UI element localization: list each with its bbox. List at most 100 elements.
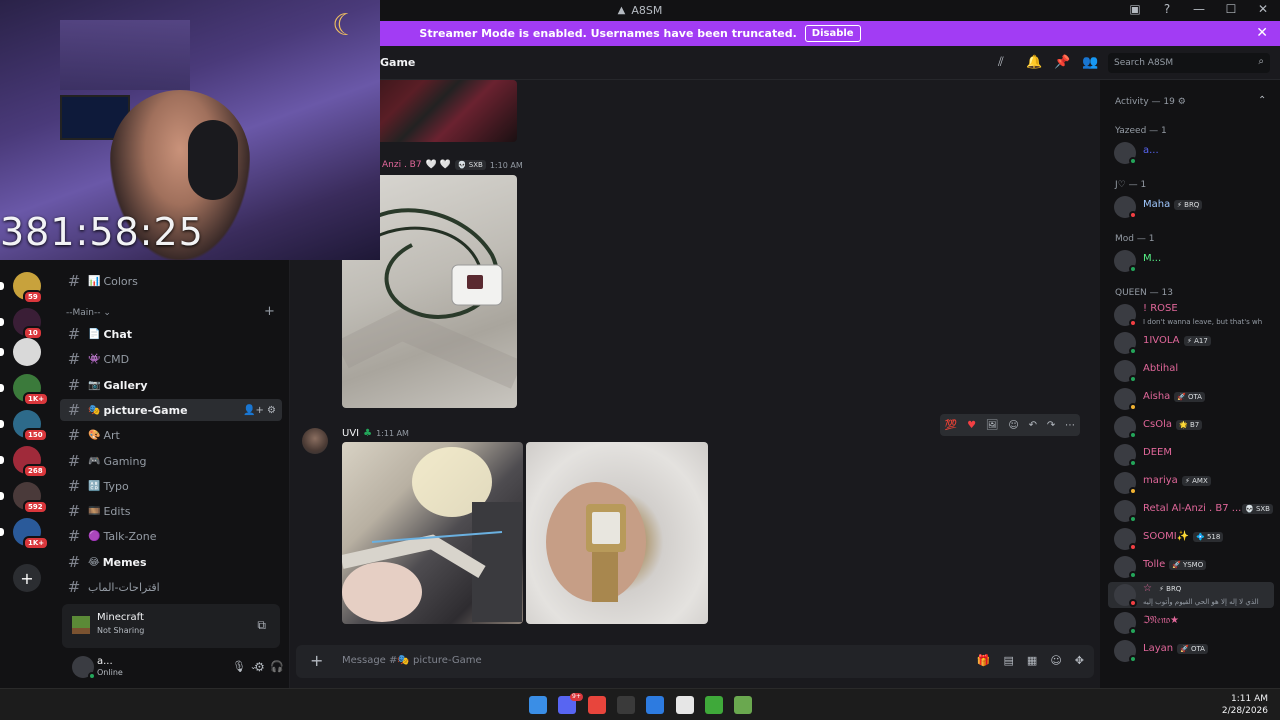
inbox-icon[interactable]: ▣ xyxy=(1128,2,1142,16)
forward-button[interactable]: ↷ xyxy=(1047,420,1055,431)
add-reaction-button[interactable]: ☺ xyxy=(1008,420,1018,431)
member-item[interactable]: 1IVOLA ⚡ A17 xyxy=(1108,330,1274,356)
clover-icon: ♣ xyxy=(363,428,373,439)
close-button[interactable]: ✕ xyxy=(1256,2,1270,16)
chevron-up-icon[interactable]: ⌃ xyxy=(1258,95,1266,106)
server-icon[interactable] xyxy=(13,338,41,366)
disable-button[interactable]: Disable xyxy=(804,25,861,42)
reaction-100-button[interactable]: 💯 xyxy=(945,420,957,431)
channel-label: CMD xyxy=(103,352,130,366)
presence-dot xyxy=(1129,319,1137,327)
channel-item[interactable]: # 👾 CMD xyxy=(60,348,282,370)
stream-timer: 381:58:25 xyxy=(0,210,204,254)
member-item[interactable]: ℑ𝔑𝔢𝔫𝔬★ xyxy=(1108,610,1274,636)
close-icon[interactable]: ✕ xyxy=(1256,25,1268,41)
pin-icon[interactable]: 📌 xyxy=(1054,55,1070,70)
member-item[interactable]: Maha ⚡ BRQ xyxy=(1108,194,1274,220)
add-channel-icon[interactable]: + xyxy=(264,304,275,319)
maximize-button[interactable]: ☐ xyxy=(1224,2,1238,16)
member-group-label: Yazeed — 1 xyxy=(1115,126,1167,136)
member-item[interactable]: Retal Al-Anzi . B7 ... 💀 SXB xyxy=(1108,498,1274,524)
bell-icon[interactable]: 🔔 xyxy=(1026,55,1042,70)
image-attachment[interactable] xyxy=(342,442,523,624)
sticker-icon[interactable]: ▦ xyxy=(1027,654,1037,667)
channel-item[interactable]: # 📷 Gallery xyxy=(60,374,282,396)
more-button[interactable]: ⋯ xyxy=(1065,420,1075,431)
reaction-sticker-button[interactable]: 🖼 xyxy=(986,420,999,431)
channel-item[interactable]: # 🔠 Typo xyxy=(60,475,282,497)
member-item[interactable]: Aisha 🚀 OTA xyxy=(1108,386,1274,412)
reply-button[interactable]: ↶ xyxy=(1029,420,1037,431)
channel-item[interactable]: # 🎭 picture-Game 👤+ ⚙ xyxy=(60,399,282,421)
add-server-button[interactable]: + xyxy=(13,564,41,592)
unread-indicator xyxy=(0,384,4,392)
guild-tag[interactable]: 💀 SXB xyxy=(454,160,486,170)
member-name: ! ROSE xyxy=(1143,303,1178,314)
member-item[interactable]: Tolle 🚀 YSMO xyxy=(1108,554,1274,580)
channel-settings-icon[interactable]: 👤+ ⚙ xyxy=(243,405,276,416)
emoji-icon[interactable]: ☺ xyxy=(1050,654,1061,667)
activity-panel[interactable]: Minecraft Not Sharing ⧉ xyxy=(62,604,280,648)
screen-share-icon[interactable]: ⧉ xyxy=(257,618,266,633)
activity-header[interactable]: Activity — 19 ⚙ xyxy=(1115,97,1186,107)
message-composer[interactable]: + Message #🎭 picture-Game 🎁 ▤ ▦ ☺ ✥ xyxy=(296,645,1094,678)
presence-dot xyxy=(1129,459,1137,467)
search-icon: ⌕ xyxy=(1258,56,1264,67)
member-item[interactable]: DEEM xyxy=(1108,442,1274,468)
member-item[interactable]: CsOla 🌟 B7 xyxy=(1108,414,1274,440)
member-item[interactable]: M... xyxy=(1108,248,1274,274)
channel-item[interactable]: # 🟣 Talk-Zone xyxy=(60,525,282,547)
reaction-heart-button[interactable]: ♥ xyxy=(967,420,976,431)
guild-tag: ⚡ BRQ xyxy=(1156,584,1185,594)
taskbar-copilot-icon[interactable] xyxy=(646,696,664,714)
taskbar-clock[interactable]: 1:11 AM 2/28/2026 xyxy=(1222,693,1268,717)
headphones-icon[interactable]: 🎧 xyxy=(270,660,284,673)
apps-icon[interactable]: ✥ xyxy=(1075,654,1084,667)
channel-item[interactable]: # 🎨 Art xyxy=(60,424,282,446)
threads-icon[interactable]: ⫽ xyxy=(998,55,1004,70)
message-timestamp: 1:11 AM xyxy=(376,429,409,438)
member-item[interactable]: ! ROSE I don't wanna leave, but that's wh xyxy=(1108,302,1274,328)
channel-item[interactable]: # 📄 Chat xyxy=(60,323,282,345)
webcam-background-shelf xyxy=(60,20,190,90)
category-main[interactable]: --Main-- ⌄ xyxy=(66,308,111,318)
microphone-icon[interactable]: 🎙 xyxy=(232,660,246,673)
minecraft-icon xyxy=(72,616,90,634)
presence-dot xyxy=(1129,211,1137,219)
taskbar-start-icon[interactable] xyxy=(529,696,547,714)
help-icon[interactable]: ? xyxy=(1160,2,1174,16)
channel-item[interactable]: # 🎞️ Edits xyxy=(60,500,282,522)
upload-plus-icon[interactable]: + xyxy=(310,651,323,670)
member-item[interactable]: mariya ⚡ AMX xyxy=(1108,470,1274,496)
member-item[interactable]: Layan 🚀 OTA xyxy=(1108,638,1274,664)
message-author[interactable]: Anzi . B7 xyxy=(382,160,422,170)
channel-colors[interactable]: # 📊 Colors xyxy=(60,270,282,292)
unread-indicator xyxy=(0,456,4,464)
taskbar-minecraft-icon[interactable] xyxy=(705,696,723,714)
message-actions-toolbar: 💯 ♥ 🖼 ☺ ↶ ↷ ⋯ xyxy=(940,414,1080,436)
channel-item[interactable]: # 🎮 Gaming xyxy=(60,450,282,472)
taskbar-minecraft-launcher-icon[interactable] xyxy=(734,696,752,714)
member-item[interactable]: a... xyxy=(1108,140,1274,166)
members-icon[interactable]: 👥 xyxy=(1082,55,1098,70)
image-attachment[interactable] xyxy=(526,442,708,624)
settings-icon[interactable]: ⚙ xyxy=(254,660,265,674)
avatar[interactable] xyxy=(302,428,328,454)
member-item[interactable]: Abtihal xyxy=(1108,358,1274,384)
message-author[interactable]: UVI xyxy=(342,428,359,439)
taskbar-capture-icon[interactable] xyxy=(676,696,694,714)
taskbar-obs-icon[interactable] xyxy=(617,696,635,714)
search-input[interactable]: Search A8SM ⌕ xyxy=(1108,53,1270,73)
channel-label: Art xyxy=(103,428,120,442)
member-item[interactable]: SOOMI✨ 💠 518 xyxy=(1108,526,1274,552)
presence-dot xyxy=(1129,157,1137,165)
taskbar-chrome-icon[interactable] xyxy=(588,696,606,714)
gif-icon[interactable]: ▤ xyxy=(1004,654,1014,667)
channel-item[interactable]: # 😂 Memes xyxy=(60,551,282,573)
minimize-button[interactable]: — xyxy=(1192,2,1206,16)
channel-emoji: 📄 xyxy=(88,328,101,340)
member-item[interactable]: ☆ ⚡ BRQ الذي لا إله إلا هو الحي القيوم وأت… xyxy=(1108,582,1274,608)
gift-icon[interactable]: 🎁 xyxy=(977,654,991,667)
mention-badge: 1K+ xyxy=(23,392,50,406)
channel-item[interactable]: # اقتراحات-الماب xyxy=(60,576,282,598)
